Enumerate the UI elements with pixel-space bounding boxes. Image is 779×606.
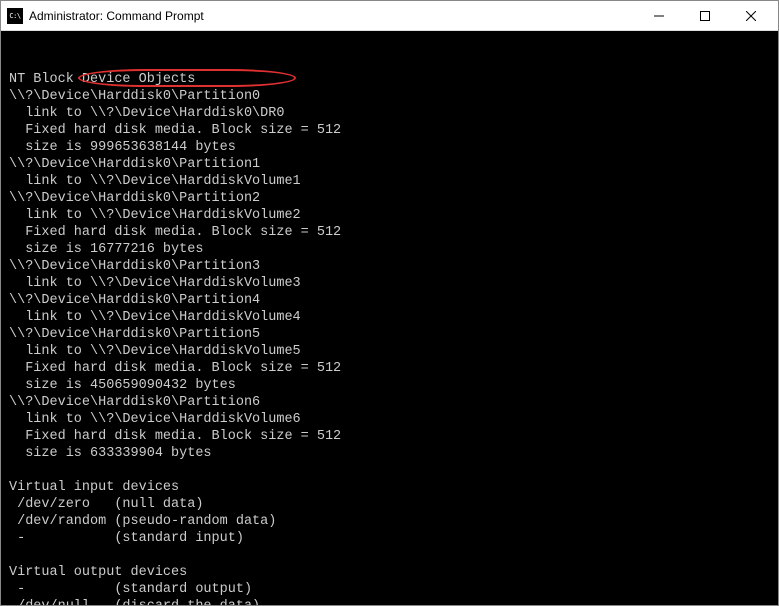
terminal-line: size is 633339904 bytes xyxy=(9,445,770,462)
minimize-button[interactable] xyxy=(636,1,682,30)
cmd-icon: C:\ xyxy=(7,8,23,24)
terminal-line: \\?\Device\Harddisk0\Partition6 xyxy=(9,394,770,411)
terminal-line: /dev/random (pseudo-random data) xyxy=(9,513,770,530)
terminal-line: - (standard output) xyxy=(9,581,770,598)
maximize-button[interactable] xyxy=(682,1,728,30)
terminal-line: NT Block Device Objects xyxy=(9,71,770,88)
terminal-line: Fixed hard disk media. Block size = 512 xyxy=(9,122,770,139)
terminal-line: link to \\?\Device\Harddisk0\DR0 xyxy=(9,105,770,122)
terminal-line: size is 16777216 bytes xyxy=(9,241,770,258)
terminal-line: size is 999653638144 bytes xyxy=(9,139,770,156)
window-controls xyxy=(636,1,774,30)
window-title: Administrator: Command Prompt xyxy=(29,9,636,23)
terminal-line: - (standard input) xyxy=(9,530,770,547)
terminal-line: Virtual output devices xyxy=(9,564,770,581)
terminal-line xyxy=(9,462,770,479)
terminal-line: \\?\Device\Harddisk0\Partition5 xyxy=(9,326,770,343)
terminal-line: \\?\Device\Harddisk0\Partition3 xyxy=(9,258,770,275)
terminal-line: \\?\Device\Harddisk0\Partition2 xyxy=(9,190,770,207)
terminal-line: link to \\?\Device\HarddiskVolume6 xyxy=(9,411,770,428)
terminal-line: Fixed hard disk media. Block size = 512 xyxy=(9,360,770,377)
terminal-line: Fixed hard disk media. Block size = 512 xyxy=(9,428,770,445)
terminal-line: Virtual input devices xyxy=(9,479,770,496)
titlebar[interactable]: C:\ Administrator: Command Prompt xyxy=(1,1,778,31)
command-prompt-window: C:\ Administrator: Command Prompt NT Blo… xyxy=(0,0,779,606)
terminal-line: \\?\Device\Harddisk0\Partition1 xyxy=(9,156,770,173)
terminal-line: /dev/zero (null data) xyxy=(9,496,770,513)
terminal-line: link to \\?\Device\HarddiskVolume2 xyxy=(9,207,770,224)
terminal-line xyxy=(9,547,770,564)
terminal-line: link to \\?\Device\HarddiskVolume1 xyxy=(9,173,770,190)
terminal-line: Fixed hard disk media. Block size = 512 xyxy=(9,224,770,241)
terminal-line: \\?\Device\Harddisk0\Partition4 xyxy=(9,292,770,309)
terminal-line: \\?\Device\Harddisk0\Partition0 xyxy=(9,88,770,105)
terminal-line: link to \\?\Device\HarddiskVolume5 xyxy=(9,343,770,360)
terminal-line: /dev/null (discard the data) xyxy=(9,598,770,605)
terminal-output[interactable]: NT Block Device Objects\\?\Device\Harddi… xyxy=(1,31,778,605)
close-button[interactable] xyxy=(728,1,774,30)
terminal-line: link to \\?\Device\HarddiskVolume3 xyxy=(9,275,770,292)
terminal-line: size is 450659090432 bytes xyxy=(9,377,770,394)
terminal-line: link to \\?\Device\HarddiskVolume4 xyxy=(9,309,770,326)
